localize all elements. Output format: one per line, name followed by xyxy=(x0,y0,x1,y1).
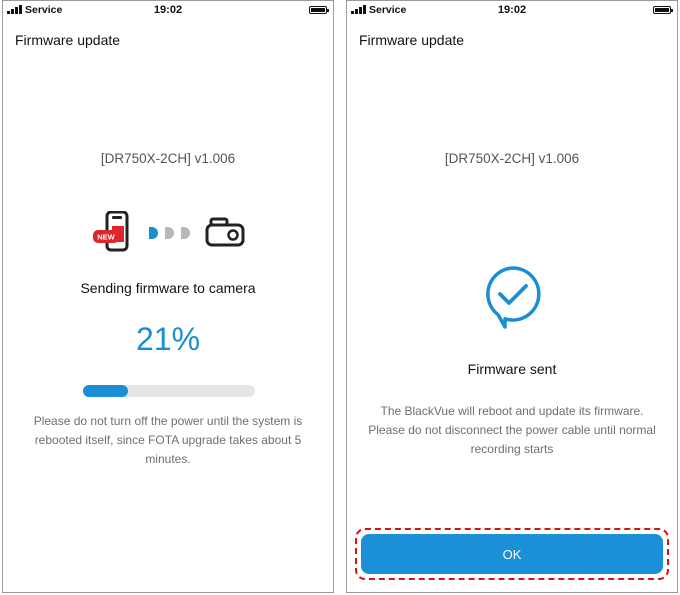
status-bar: Service 19:02 xyxy=(347,1,677,19)
battery-icon xyxy=(653,6,673,14)
sent-status: Firmware sent xyxy=(467,361,557,377)
progress-bar xyxy=(83,385,255,397)
ok-button-highlight: OK xyxy=(355,528,669,580)
power-notice: Please do not turn off the power until t… xyxy=(33,414,303,466)
firmware-version: [DR750X-2CH] v1.006 xyxy=(444,151,580,166)
status-bar: Service 19:02 xyxy=(3,1,333,19)
progress-bar-fill xyxy=(83,385,128,397)
dashcam-icon xyxy=(205,217,245,247)
reboot-notice: The BlackVue will reboot and update its … xyxy=(368,404,656,456)
new-badge-text: NEW xyxy=(97,233,115,242)
status-time: 19:02 xyxy=(153,4,183,16)
page-title: Firmware update xyxy=(15,32,121,48)
sent-screen: Service 19:02 Firmware update [DR750X-2C… xyxy=(346,0,678,593)
status-time: 19:02 xyxy=(497,4,527,16)
page-title: Firmware update xyxy=(359,32,465,48)
progress-percent: 21% xyxy=(135,321,201,357)
phone-new-icon: NEW xyxy=(93,211,129,252)
sending-status: Sending firmware to camera xyxy=(80,280,256,296)
check-bubble-icon xyxy=(486,266,541,329)
firmware-version: [DR750X-2CH] v1.006 xyxy=(100,151,236,166)
transfer-dots-icon xyxy=(149,227,190,239)
ok-button[interactable]: OK xyxy=(361,534,663,574)
sending-screen: Service 19:02 Firmware update [DR750X-2C… xyxy=(2,0,334,593)
transfer-illustration: NEW xyxy=(93,211,245,252)
battery-icon xyxy=(309,6,329,14)
